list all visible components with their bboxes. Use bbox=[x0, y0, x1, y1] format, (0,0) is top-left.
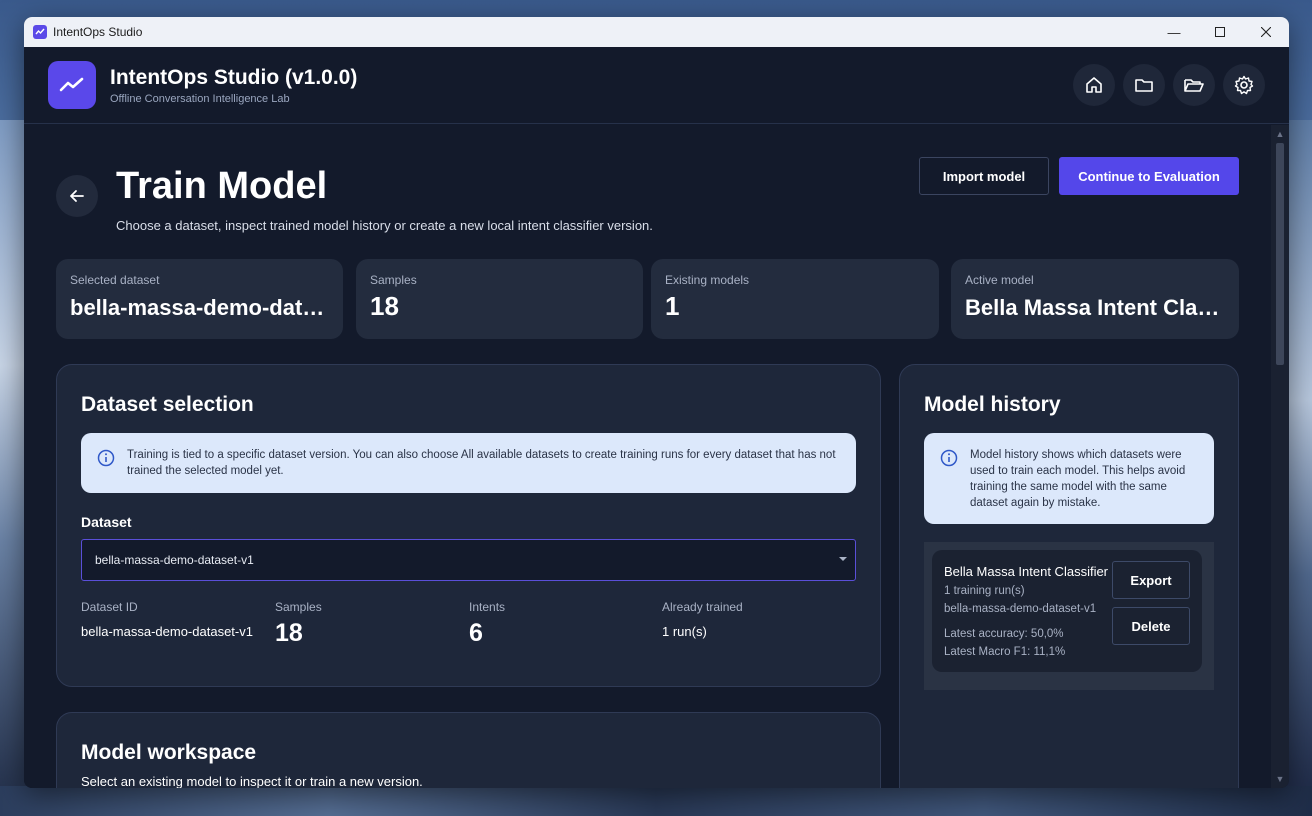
stat-value: bella-massa-demo-dataset-v1 bbox=[70, 295, 329, 320]
scrollbar[interactable]: ▲ ▼ bbox=[1271, 125, 1289, 788]
back-button[interactable] bbox=[56, 175, 98, 217]
stat-selected-dataset: Selected dataset bella-massa-demo-datase… bbox=[56, 259, 343, 339]
workspace-subtitle: Select an existing model to inspect it o… bbox=[81, 774, 423, 788]
chevron-down-icon bbox=[839, 557, 847, 561]
app-icon bbox=[33, 25, 47, 39]
stat-value: 18 bbox=[370, 291, 399, 321]
page-title: Train Model bbox=[116, 165, 328, 207]
meta-label: Dataset ID bbox=[81, 600, 138, 614]
meta-label: Already trained bbox=[662, 600, 743, 614]
meta-value: 18 bbox=[275, 619, 303, 647]
history-info-box: Model history shows which datasets were … bbox=[924, 433, 1214, 524]
arrow-left-icon bbox=[70, 190, 84, 202]
meta-intents: Intents 6 bbox=[469, 600, 505, 648]
app-subtitle: Offline Conversation Intelligence Lab bbox=[110, 92, 290, 105]
main-content: Train Model Choose a dataset, inspect tr… bbox=[24, 125, 1271, 788]
model-name: Bella Massa Intent Classifier bbox=[944, 564, 1109, 579]
dataset-select-value: bella-massa-demo-dataset-v1 bbox=[95, 553, 254, 567]
model-history-card[interactable]: Bella Massa Intent Classifier 1 training… bbox=[932, 550, 1202, 672]
info-icon bbox=[940, 449, 958, 472]
stat-existing-models: Existing models 1 bbox=[651, 259, 939, 339]
meta-already-trained: Already trained 1 run(s) bbox=[662, 600, 743, 639]
desktop-wallpaper-bottom bbox=[0, 786, 1312, 816]
panel-title: Model workspace bbox=[81, 741, 257, 764]
model-history-list: Bella Massa Intent Classifier 1 training… bbox=[924, 542, 1214, 690]
stat-label: Existing models bbox=[665, 273, 750, 287]
app-header: IntentOps Studio (v1.0.0) Offline Conver… bbox=[24, 47, 1289, 124]
continue-to-evaluation-button[interactable]: Continue to Evaluation bbox=[1059, 157, 1239, 195]
delete-button[interactable]: Delete bbox=[1112, 607, 1190, 645]
panel-title: Dataset selection bbox=[81, 393, 254, 416]
meta-value: bella-massa-demo-dataset-v1 bbox=[81, 624, 253, 639]
model-runs: 1 training run(s) bbox=[944, 585, 1025, 597]
dataset-selection-panel: Dataset selection Training is tied to a … bbox=[56, 364, 881, 687]
model-workspace-panel: Model workspace Select an existing model… bbox=[56, 712, 881, 788]
meta-samples: Samples 18 bbox=[275, 600, 322, 648]
folder-button[interactable] bbox=[1123, 64, 1165, 106]
minimize-icon[interactable]: — bbox=[1151, 17, 1197, 47]
meta-label: Samples bbox=[275, 600, 322, 614]
stat-samples: Samples 18 bbox=[356, 259, 643, 339]
home-icon bbox=[1086, 77, 1102, 93]
close-icon[interactable] bbox=[1243, 17, 1289, 47]
meta-label: Intents bbox=[469, 600, 506, 614]
page-description: Choose a dataset, inspect trained model … bbox=[116, 218, 653, 233]
title-bar: IntentOps Studio — bbox=[24, 17, 1289, 47]
folder-open-icon bbox=[1184, 79, 1204, 92]
folder-icon bbox=[1135, 79, 1153, 92]
scroll-down-icon[interactable]: ▼ bbox=[1275, 774, 1285, 784]
stat-label: Samples bbox=[370, 273, 417, 287]
settings-button[interactable] bbox=[1223, 64, 1265, 106]
folder-open-button[interactable] bbox=[1173, 64, 1215, 106]
model-dataset: bella-massa-demo-dataset-v1 bbox=[944, 603, 1097, 615]
scrollbar-thumb[interactable] bbox=[1276, 143, 1284, 365]
scroll-up-icon[interactable]: ▲ bbox=[1275, 129, 1285, 139]
meta-value: 1 run(s) bbox=[662, 624, 707, 639]
app-name: IntentOps Studio (v1.0.0) bbox=[110, 65, 358, 89]
info-icon bbox=[97, 449, 115, 472]
panel-title: Model history bbox=[924, 393, 1061, 416]
home-button[interactable] bbox=[1073, 64, 1115, 106]
dataset-select[interactable]: bella-massa-demo-dataset-v1 bbox=[81, 539, 856, 581]
meta-dataset-id: Dataset ID bella-massa-demo-dataset-v1 bbox=[81, 600, 253, 639]
import-model-button[interactable]: Import model bbox=[919, 157, 1049, 195]
model-history-panel: Model history Model history shows which … bbox=[899, 364, 1239, 788]
stat-label: Selected dataset bbox=[70, 273, 160, 287]
model-macro-f1: Latest Macro F1: 11,1% bbox=[944, 646, 1066, 658]
stat-active-model: Active model Bella Massa Intent Classifi… bbox=[951, 259, 1239, 339]
dataset-label: Dataset bbox=[81, 514, 132, 530]
app-window: IntentOps Studio — IntentOps Studio (v1.… bbox=[24, 17, 1289, 788]
info-text: Training is tied to a specific dataset v… bbox=[127, 449, 836, 477]
model-accuracy: Latest accuracy: 50,0% bbox=[944, 628, 1064, 640]
info-text: Model history shows which datasets were … bbox=[970, 449, 1186, 509]
stat-value: 1 bbox=[665, 291, 680, 321]
stat-label: Active model bbox=[965, 273, 1034, 287]
export-button[interactable]: Export bbox=[1112, 561, 1190, 599]
maximize-icon[interactable] bbox=[1197, 17, 1243, 47]
stat-value: Bella Massa Intent Classifier bbox=[965, 295, 1225, 320]
dataset-info-box: Training is tied to a specific dataset v… bbox=[81, 433, 856, 493]
meta-value: 6 bbox=[469, 619, 483, 647]
gear-icon bbox=[1234, 75, 1254, 95]
logo bbox=[48, 61, 96, 109]
window-title: IntentOps Studio bbox=[53, 25, 143, 39]
